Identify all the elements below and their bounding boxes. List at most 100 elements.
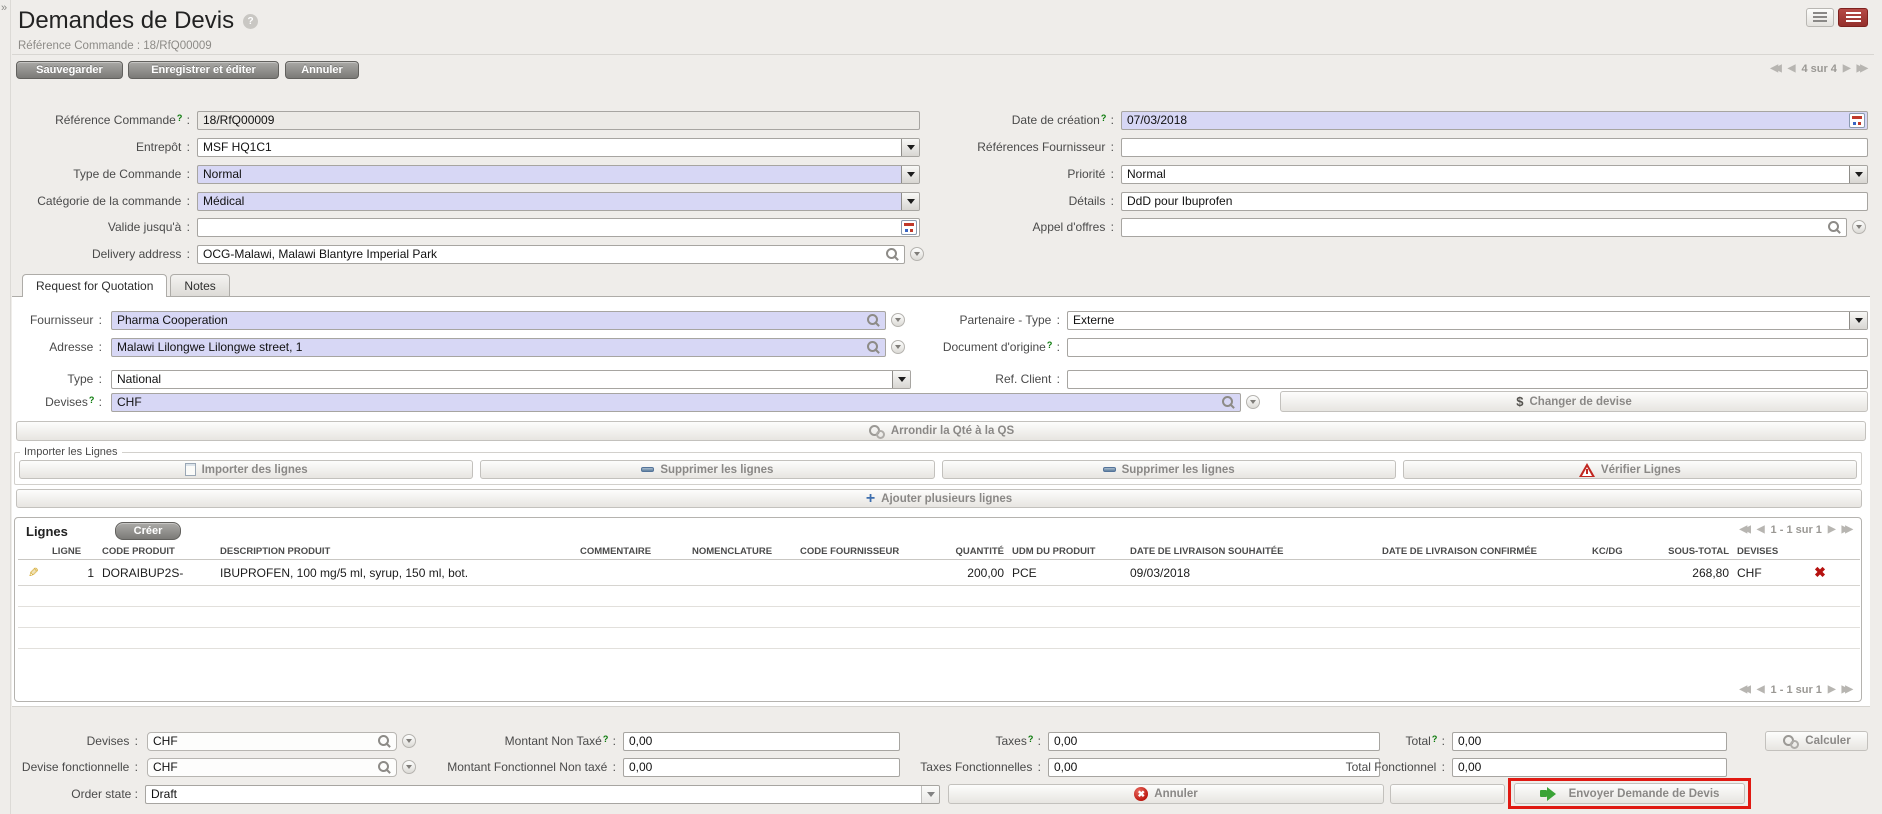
search-icon[interactable] — [378, 735, 391, 748]
supplier-reference-field[interactable] — [1121, 138, 1868, 157]
lines-title: Lignes — [26, 524, 68, 539]
search-icon[interactable] — [1828, 221, 1841, 234]
priority-select[interactable]: Normal — [1121, 165, 1868, 184]
cancel-workflow-button[interactable]: Annuler — [948, 784, 1384, 804]
import-section-legend: Importer les Lignes — [20, 446, 122, 458]
lines-pagination-prev-icon[interactable]: ◀ — [1757, 685, 1765, 695]
delete-lines-button-2[interactable]: Supprimer les lignes — [942, 460, 1396, 479]
field-label: Type : — [14, 372, 102, 386]
warehouse-select[interactable]: MSF HQ1C1 — [197, 138, 920, 157]
import-lines-button[interactable]: Importer des lignes — [19, 460, 473, 479]
dropdown-circle-icon[interactable] — [891, 340, 905, 354]
field-label: Devises : — [14, 734, 138, 748]
field-label: Taxes Fonctionnelles : — [830, 760, 1041, 774]
send-rfq-button[interactable]: Envoyer Demande de Devis — [1514, 783, 1745, 804]
chevron-down-icon[interactable] — [1849, 312, 1867, 329]
dropdown-circle-icon[interactable] — [1246, 395, 1260, 409]
search-icon[interactable] — [1222, 396, 1235, 409]
pencil-icon[interactable] — [28, 565, 39, 581]
field-label: Devise fonctionnelle : — [14, 760, 138, 774]
round-qty-button[interactable]: Arrondir la Qté à la QS — [16, 421, 1866, 441]
save-button[interactable]: Sauvegarder — [16, 61, 123, 79]
pagination-first-icon[interactable]: ◀◀ — [1770, 64, 1781, 74]
calculate-button[interactable]: Calculer — [1765, 731, 1868, 751]
address-field[interactable]: Malawi Lilongwe Lilongwe street, 1 — [111, 338, 886, 357]
title-help-icon[interactable]: ? — [243, 14, 258, 29]
delete-lines-button[interactable]: Supprimer les lignes — [480, 460, 934, 479]
lines-pagination-next-icon[interactable]: ▶ — [1828, 525, 1836, 535]
minus-icon — [641, 467, 654, 472]
chevron-down-icon[interactable] — [921, 786, 939, 803]
cancel-button[interactable]: Annuler — [285, 61, 359, 79]
tab-request-for-quotation[interactable]: Request for Quotation — [22, 274, 167, 296]
valid-until-date-field[interactable] — [197, 218, 920, 237]
green-arrow-icon — [1540, 787, 1563, 801]
create-line-button[interactable]: Créer — [115, 522, 181, 540]
field-label: Montant Non Taxé? : — [400, 734, 616, 748]
chevron-down-icon[interactable] — [901, 166, 919, 183]
creation-date-field[interactable]: 07/03/2018 — [1121, 111, 1868, 130]
tab-notes[interactable]: Notes — [170, 274, 229, 296]
functional-total-field[interactable]: 0,00 — [1452, 758, 1727, 777]
partner-type-select[interactable]: Externe — [1067, 311, 1868, 330]
column-header: NOMENCLATURE — [688, 544, 796, 560]
chevron-down-icon[interactable] — [901, 193, 919, 210]
form-view-button[interactable] — [1838, 8, 1868, 27]
dropdown-circle-icon[interactable] — [891, 313, 905, 327]
calendar-icon[interactable] — [901, 220, 917, 235]
chevron-down-icon[interactable] — [901, 139, 919, 156]
column-header: CODE PRODUIT — [98, 544, 216, 560]
lines-pagination-last-icon[interactable]: ▶▶ — [1842, 525, 1853, 535]
supplier-field[interactable]: Pharma Cooperation — [111, 311, 886, 330]
lines-pagination-first-icon[interactable]: ◀◀ — [1739, 685, 1750, 695]
delete-line-icon[interactable] — [1814, 564, 1826, 580]
search-icon[interactable] — [886, 248, 899, 261]
customer-ref-field[interactable] — [1067, 370, 1868, 389]
tender-field[interactable] — [1121, 218, 1847, 237]
order-category-select[interactable]: Médical — [197, 192, 920, 211]
functional-currency-field[interactable]: CHF — [147, 758, 397, 777]
origin-document-field[interactable] — [1067, 338, 1868, 357]
dropdown-circle-icon[interactable] — [1852, 220, 1866, 234]
pagination-next-icon[interactable]: ▶ — [1843, 64, 1851, 74]
table-row[interactable]: 1 DORAIBUP2S- IBUPROFEN, 100 mg/5 ml, sy… — [18, 560, 1860, 586]
currency-field[interactable]: CHF — [111, 393, 1241, 412]
calendar-icon[interactable] — [1849, 113, 1865, 128]
lines-pagination-last-icon[interactable]: ▶▶ — [1842, 685, 1853, 695]
lines-pagination-prev-icon[interactable]: ◀ — [1757, 525, 1765, 535]
column-header: DATE DE LIVRAISON SOUHAITÉE — [1126, 544, 1378, 560]
add-multiple-lines-button[interactable]: Ajouter plusieurs lignes — [16, 489, 1862, 508]
order-reference-field[interactable]: 18/RfQ00009 — [197, 111, 920, 130]
pagination-prev-icon[interactable]: ◀ — [1788, 64, 1796, 74]
check-lines-button[interactable]: Vérifier Lignes — [1403, 460, 1857, 479]
column-header: COMMENTAIRE — [576, 544, 688, 560]
lines-pagination-next-icon[interactable]: ▶ — [1828, 685, 1836, 695]
lines-pagination-first-icon[interactable]: ◀◀ — [1739, 525, 1750, 535]
field-label: Taxes? : — [830, 734, 1041, 748]
change-currency-button[interactable]: Changer de devise — [1280, 391, 1868, 412]
order-type-select[interactable]: Normal — [197, 165, 920, 184]
breadcrumb: Référence Commande : 18/RfQ00009 — [18, 40, 212, 52]
search-icon[interactable] — [867, 341, 880, 354]
confirmed-date-cell — [1378, 560, 1588, 586]
supplier-code-cell — [796, 560, 946, 586]
save-edit-button[interactable]: Enregistrer et éditer — [128, 61, 279, 79]
list-view-button[interactable] — [1806, 8, 1834, 27]
order-state-select[interactable]: Draft — [145, 785, 940, 804]
search-icon[interactable] — [867, 314, 880, 327]
chevron-down-icon[interactable] — [1849, 166, 1867, 183]
address-type-select[interactable]: National — [111, 370, 911, 389]
product-code-cell: DORAIBUP2S- — [98, 560, 216, 586]
delivery-address-field[interactable]: OCG-Malawi, Malawi Blantyre Imperial Par… — [197, 245, 905, 264]
dropdown-circle-icon[interactable] — [910, 247, 924, 261]
pagination-last-icon[interactable]: ▶▶ — [1857, 64, 1868, 74]
total-field[interactable]: 0,00 — [1452, 732, 1727, 751]
summary-currency-field[interactable]: CHF — [147, 732, 397, 751]
search-icon[interactable] — [378, 761, 391, 774]
minus-icon — [1103, 467, 1116, 472]
uom-cell: PCE — [1008, 560, 1126, 586]
empty-workflow-button[interactable] — [1390, 784, 1505, 804]
chevron-down-icon[interactable] — [892, 371, 910, 388]
sidebar-expand-icon[interactable]: » — [1, 2, 7, 14]
details-field[interactable]: DdD pour Ibuprofen — [1121, 192, 1868, 211]
